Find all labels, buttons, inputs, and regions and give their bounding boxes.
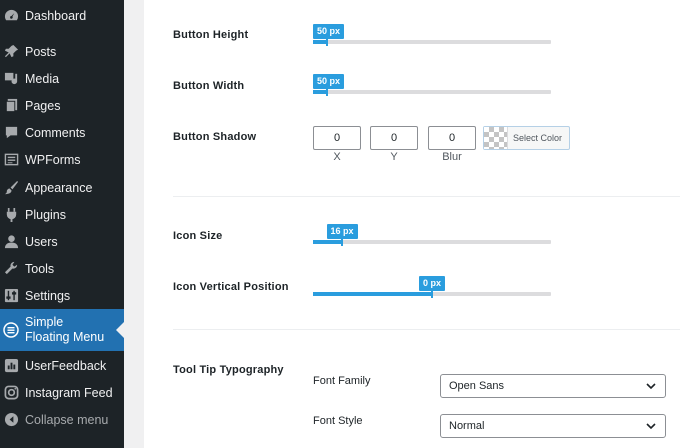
sidebar-item-label: Simple Floating Menu [25, 315, 105, 344]
sidebar-item-label: Settings [25, 288, 71, 303]
sidebar-item-label: WPForms [25, 152, 81, 167]
sidebar-item-simple-floating-menu[interactable]: Simple Floating Menu [0, 309, 124, 351]
sidebar-item-label: Comments [25, 125, 86, 140]
slider-fill [313, 240, 342, 244]
shadow-blur-caption: Blur [442, 151, 462, 163]
menu-list-icon [3, 322, 19, 338]
font-family-value: Open Sans [449, 380, 505, 392]
slider-handle[interactable] [431, 290, 433, 298]
slider-handle[interactable] [341, 238, 343, 246]
icon-vertical-position-slider[interactable]: 0 px [313, 276, 551, 298]
chevron-down-icon [646, 423, 656, 430]
media-icon [3, 71, 19, 87]
button-height-slider[interactable]: 50 px [313, 24, 551, 46]
shadow-blur-input[interactable]: 0 [428, 126, 476, 150]
collapse-icon [3, 412, 19, 428]
slider-value-bubble: 0 px [419, 276, 446, 291]
sidebar-item-label: Instagram Feed [25, 385, 113, 400]
sidebar-item-label: Pages [25, 98, 61, 113]
slider-handle[interactable] [326, 38, 328, 46]
transparent-swatch-icon [484, 127, 508, 149]
sidebar-item-label: Media [25, 71, 60, 86]
comment-icon [3, 125, 19, 141]
section-divider [173, 196, 680, 197]
sidebar-item-label: Dashboard [25, 8, 87, 23]
sidebar-item-instagram-feed[interactable]: Instagram Feed [0, 379, 124, 406]
sidebar-item-label: Users [25, 234, 58, 249]
chevron-down-icon [646, 383, 656, 390]
icon-size-label: Icon Size [173, 230, 223, 242]
sidebar-item-label: Tools [25, 261, 55, 276]
sidebar-item-label: Plugins [25, 207, 66, 222]
shadow-y-input[interactable]: 0 [370, 126, 418, 150]
sidebar-item-appearance[interactable]: Appearance [0, 174, 124, 201]
wrench-icon [3, 261, 19, 277]
font-style-select[interactable]: Normal [440, 414, 666, 438]
sidebar-item-dashboard[interactable]: Dashboard [0, 2, 124, 29]
sidebar-item-pages[interactable]: Pages [0, 92, 124, 119]
slider-value-bubble: 16 px [326, 224, 358, 239]
slider-track[interactable] [313, 40, 551, 44]
tooltip-typography-label: Tool Tip Typography [173, 364, 284, 376]
sidebar-item-wpforms[interactable]: WPForms [0, 146, 124, 173]
icon-size-slider[interactable]: 16 px [313, 224, 551, 246]
sidebar-item-media[interactable]: Media [0, 65, 124, 92]
font-family-select[interactable]: Open Sans [440, 374, 666, 398]
dashboard-icon [3, 8, 19, 24]
plugin-icon [3, 207, 19, 223]
slider-fill [313, 40, 327, 44]
font-style-label: Font Style [313, 415, 363, 427]
slider-value-bubble: 50 px [313, 74, 345, 89]
button-width-label: Button Width [173, 80, 245, 92]
sidebar-collapse-menu[interactable]: Collapse menu [0, 406, 124, 433]
button-shadow-label: Button Shadow [173, 131, 257, 143]
shadow-x-input[interactable]: 0 [313, 126, 361, 150]
sidebar-item-label: UserFeedback [25, 358, 107, 373]
sidebar-item-label: Collapse menu [25, 412, 109, 427]
pages-icon [3, 98, 19, 114]
sidebar-item-settings[interactable]: Settings [0, 282, 124, 309]
settings-panel: Button Height 50 px Button Width 50 px B… [144, 0, 680, 448]
user-icon [3, 234, 19, 250]
shadow-y-caption: Y [390, 151, 398, 163]
instagram-icon [3, 385, 19, 401]
font-family-label: Font Family [313, 375, 371, 387]
sidebar-item-userfeedback[interactable]: UserFeedback [0, 352, 124, 379]
sidebar-item-label: Posts [25, 44, 57, 59]
sidebar-item-posts[interactable]: Posts [0, 38, 124, 65]
sidebar-item-users[interactable]: Users [0, 228, 124, 255]
sidebar-item-plugins[interactable]: Plugins [0, 201, 124, 228]
slider-fill [313, 90, 327, 94]
pin-icon [3, 44, 19, 60]
font-style-value: Normal [449, 420, 485, 432]
brush-icon [3, 180, 19, 196]
button-height-label: Button Height [173, 29, 249, 41]
slider-track[interactable] [313, 90, 551, 94]
sidebar-item-tools[interactable]: Tools [0, 255, 124, 282]
slider-fill [313, 292, 432, 296]
sidebar-item-comments[interactable]: Comments [0, 119, 124, 146]
select-color-button[interactable]: Select Color [483, 126, 570, 150]
section-divider [173, 329, 680, 330]
shadow-x-caption: X [333, 151, 341, 163]
settings-icon [3, 288, 19, 304]
button-width-slider[interactable]: 50 px [313, 74, 551, 96]
slider-track[interactable] [313, 240, 551, 244]
icon-vertical-position-label: Icon Vertical Position [173, 281, 289, 293]
sidebar-item-label: Appearance [25, 180, 93, 195]
feedback-icon [3, 358, 19, 374]
slider-handle[interactable] [326, 88, 328, 96]
select-color-label: Select Color [513, 133, 563, 143]
slider-value-bubble: 50 px [313, 24, 345, 39]
forms-icon [3, 152, 19, 168]
admin-sidebar: Dashboard Posts Media Pages Comments WPF… [0, 0, 124, 448]
